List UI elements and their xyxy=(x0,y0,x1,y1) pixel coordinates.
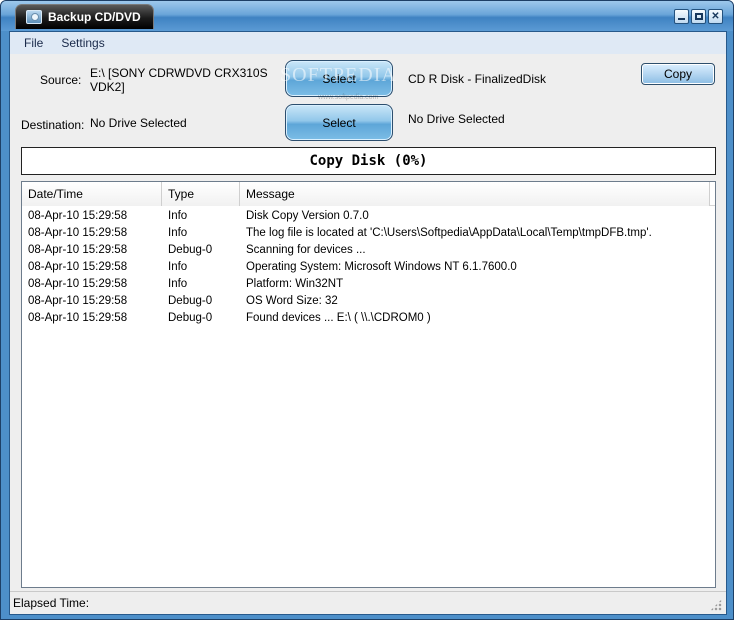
log-type: Info xyxy=(168,227,188,239)
log-message: Platform: Win32NT xyxy=(246,278,344,290)
source-disk-info: CD R Disk - FinalizedDisk xyxy=(408,72,547,86)
log-row[interactable]: 08-Apr-10 15:29:58 Debug-0 Found devices… xyxy=(22,310,715,327)
close-icon: ✕ xyxy=(711,10,720,22)
log-message: OS Word Size: 32 xyxy=(246,295,338,307)
copy-progress-bar: Copy Disk (0%) xyxy=(21,147,716,175)
log-datetime: 08-Apr-10 15:29:58 xyxy=(28,312,128,324)
log-message: The log file is located at 'C:\Users\Sof… xyxy=(246,227,652,239)
menu-bar: File Settings xyxy=(10,32,726,54)
column-header-datetime[interactable]: Date/Time xyxy=(22,182,162,206)
source-select-button[interactable]: Select xyxy=(285,60,393,97)
log-type: Debug-0 xyxy=(168,312,213,324)
source-drive: E:\ [SONY CDRWDVD CRX310S VDK2] xyxy=(90,66,268,94)
status-bar: Elapsed Time: xyxy=(10,591,726,614)
log-header: Date/Time Type Message xyxy=(22,182,715,206)
log-datetime: 08-Apr-10 15:29:58 xyxy=(28,227,128,239)
resize-grip-icon[interactable] xyxy=(710,599,722,611)
app-window: Backup CD/DVD ✕ File Settings Source: E:… xyxy=(0,0,734,620)
log-type: Debug-0 xyxy=(168,244,213,256)
log-datetime: 08-Apr-10 15:29:58 xyxy=(28,210,128,222)
log-row[interactable]: 08-Apr-10 15:29:58 Info Disk Copy Versio… xyxy=(22,208,715,225)
log-row[interactable]: 08-Apr-10 15:29:58 Info Platform: Win32N… xyxy=(22,276,715,293)
maximize-button[interactable] xyxy=(691,9,706,24)
log-message: Disk Copy Version 0.7.0 xyxy=(246,210,369,222)
log-message: Found devices ... E:\ ( \\.\CDROM0 ) xyxy=(246,312,431,324)
destination-drive: No Drive Selected xyxy=(90,116,187,130)
title-tab: Backup CD/DVD xyxy=(15,4,154,29)
log-row[interactable]: 08-Apr-10 15:29:58 Debug-0 OS Word Size:… xyxy=(22,293,715,310)
disc-app-icon xyxy=(26,10,42,24)
log-datetime: 08-Apr-10 15:29:58 xyxy=(28,261,128,273)
destination-label: Destination: xyxy=(21,118,85,132)
log-datetime: 08-Apr-10 15:29:58 xyxy=(28,278,128,290)
destination-select-button[interactable]: Select xyxy=(285,104,393,141)
log-datetime: 08-Apr-10 15:29:58 xyxy=(28,295,128,307)
minimize-icon xyxy=(678,18,685,20)
minimize-button[interactable] xyxy=(674,9,689,24)
maximize-icon xyxy=(694,13,703,20)
log-type: Info xyxy=(168,278,188,290)
log-row[interactable]: 08-Apr-10 15:29:58 Debug-0 Scanning for … xyxy=(22,242,715,259)
log-row[interactable]: 08-Apr-10 15:29:58 Info Operating System… xyxy=(22,259,715,276)
log-row[interactable]: 08-Apr-10 15:29:58 Info The log file is … xyxy=(22,225,715,242)
elapsed-time-label: Elapsed Time: xyxy=(13,596,90,610)
close-button[interactable]: ✕ xyxy=(708,9,723,24)
menu-file[interactable]: File xyxy=(24,36,43,50)
copy-button[interactable]: Copy xyxy=(641,63,715,85)
log-message: Scanning for devices ... xyxy=(246,244,366,256)
log-body: 08-Apr-10 15:29:58 Info Disk Copy Versio… xyxy=(22,208,715,327)
log-type: Info xyxy=(168,261,188,273)
window-title: Backup CD/DVD xyxy=(48,10,141,24)
log-type: Debug-0 xyxy=(168,295,213,307)
log-datetime: 08-Apr-10 15:29:58 xyxy=(28,244,128,256)
column-header-message[interactable]: Message xyxy=(240,182,710,206)
progress-text: Copy Disk (0%) xyxy=(309,153,428,169)
title-bar[interactable]: Backup CD/DVD ✕ xyxy=(1,1,733,31)
log-list[interactable]: Date/Time Type Message 08-Apr-10 15:29:5… xyxy=(21,181,716,588)
log-message: Operating System: Microsoft Windows NT 6… xyxy=(246,261,517,273)
window-controls: ✕ xyxy=(674,9,723,24)
log-type: Info xyxy=(168,210,188,222)
menu-settings[interactable]: Settings xyxy=(61,36,104,50)
column-header-type[interactable]: Type xyxy=(162,182,240,206)
destination-disk-info: No Drive Selected xyxy=(408,112,505,126)
client-area: File Settings Source: E:\ [SONY CDRWDVD … xyxy=(9,31,727,615)
source-label: Source: xyxy=(40,73,82,87)
